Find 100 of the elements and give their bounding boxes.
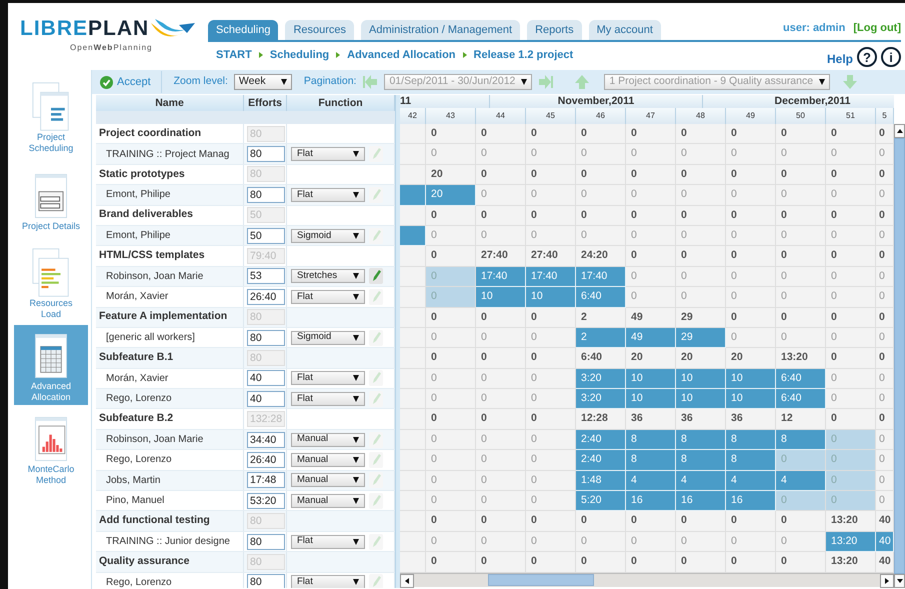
effort-field[interactable]: 80 [247,534,285,550]
timeline-cell[interactable]: 0 [476,430,526,450]
timeline-cell[interactable]: 0 [676,246,726,267]
timeline-cell[interactable]: 27:40 [476,246,526,267]
timeline-cell[interactable]: 0 [576,532,626,552]
timeline-cell[interactable]: 12:28 [576,409,626,430]
help-button[interactable]: ? [857,47,877,67]
effort-field[interactable]: 34:40 [247,432,285,448]
timeline-cell[interactable]: 13:20 [776,348,826,369]
timeline-cell[interactable]: 8 [676,430,726,450]
timeline-cell[interactable]: 6:40 [776,368,826,390]
timeline-cell[interactable]: 17:40 [476,266,526,288]
timeline-cell[interactable]: 0 [426,246,476,267]
timeline-cell[interactable]: 40 [876,511,894,532]
timeline-cell[interactable]: 0 [676,124,726,144]
effort-field[interactable]: 26:40 [247,452,285,468]
effort-field[interactable]: 40 [247,370,285,386]
splitter-handle[interactable] [395,95,400,588]
vertical-scrollbar[interactable] [894,124,905,588]
function-dropdown[interactable]: Sigmoid [291,330,365,345]
timeline-cell[interactable]: 0 [526,368,576,390]
pencil-icon[interactable] [369,370,383,386]
timeline-cell[interactable]: 0 [876,206,894,226]
timeline-cell[interactable]: 8 [676,450,726,471]
timeline-cell[interactable]: 0 [876,368,894,390]
sidebar-item[interactable]: Advanced Allocation [14,325,88,405]
timeline-cell[interactable]: 0 [826,287,876,308]
timeline-cell[interactable]: 4 [626,470,676,492]
timeline-cell[interactable]: 0 [876,266,894,288]
timeline-cell[interactable]: 24:20 [576,246,626,267]
pencil-icon[interactable] [369,492,383,509]
timeline-cell[interactable]: 0 [726,308,776,328]
timeline-cell[interactable]: 0 [626,532,676,552]
timeline-cell[interactable] [400,287,426,308]
timeline-cell[interactable] [400,144,426,165]
timeline-cell[interactable]: 10 [476,287,526,308]
help-link[interactable]: Help [826,50,853,68]
timeline-cell[interactable]: 0 [526,532,576,552]
timeline-cell[interactable] [400,246,426,267]
zoom-dropdown[interactable]: Week [234,74,292,90]
timeline-cell[interactable] [400,124,426,144]
timeline-cell[interactable] [400,266,426,288]
function-dropdown[interactable]: Manual [291,452,365,467]
logout-link[interactable]: [Log out] [853,20,901,36]
timeline-cell[interactable]: 0 [826,164,876,186]
timeline-cell[interactable]: 0 [476,226,526,246]
effort-field[interactable]: 26:40 [247,288,285,305]
timeline-cell[interactable]: 36 [726,409,776,430]
timeline-cell[interactable]: 0 [526,470,576,492]
timeline-cell[interactable]: 6:40 [576,348,626,369]
timeline-cell[interactable]: 29 [676,308,726,328]
timeline-cell[interactable]: 0 [576,185,626,206]
timeline-cell[interactable]: 0 [476,328,526,348]
timeline-cell[interactable]: 0 [426,552,476,573]
timeline-cell[interactable]: 0 [776,164,826,186]
timeline-cell[interactable]: 20 [726,348,776,369]
timeline-cell[interactable]: 0 [476,368,526,390]
timeline-cell[interactable]: 0 [476,511,526,532]
timeline-cell[interactable] [400,368,426,390]
timeline-cell[interactable]: 0 [676,226,726,246]
timeline-cell[interactable]: 12 [776,409,826,430]
timeline-cell[interactable]: 0 [676,511,726,532]
timeline-cell[interactable]: 0 [726,144,776,165]
timeline-cell[interactable]: 0 [526,164,576,186]
timeline-cell[interactable]: 0 [876,389,894,410]
timeline-cell[interactable]: 4 [726,470,776,492]
timeline-cell[interactable]: 0 [426,206,476,226]
timeline-cell[interactable]: 0 [776,532,826,552]
function-dropdown[interactable]: Flat [291,147,365,162]
timeline-cell[interactable]: 0 [476,206,526,226]
timeline-cell[interactable]: 0 [726,287,776,308]
timeline-cell[interactable]: 10 [676,368,726,390]
timeline-cell[interactable]: 40 [876,532,894,552]
timeline-cell[interactable]: 0 [726,532,776,552]
timeline-cell[interactable]: 0 [476,144,526,165]
horizontal-scrollbar[interactable] [400,573,894,587]
timeline-cell[interactable]: 0 [526,348,576,369]
timeline-cell[interactable]: 0 [826,226,876,246]
timeline-cell[interactable]: 0 [876,144,894,165]
timeline-cell[interactable]: 0 [526,552,576,573]
timeline-cell[interactable]: 0 [726,185,776,206]
nav-tab[interactable]: Resources [285,20,354,40]
timeline-cell[interactable]: 0 [826,409,876,430]
timeline-cell[interactable]: 0 [726,164,776,186]
timeline-cell[interactable]: 0 [626,124,676,144]
timeline-cell[interactable]: 0 [776,328,826,348]
effort-field[interactable]: 80 [247,146,285,162]
nav-tab[interactable]: Scheduling [208,20,278,40]
timeline-cell[interactable]: 0 [626,185,676,206]
function-dropdown[interactable]: Flat [291,371,365,386]
timeline-cell[interactable] [400,450,426,471]
timeline-cell[interactable]: 16 [726,491,776,512]
timeline-cell[interactable]: 0 [776,226,826,246]
timeline-cell[interactable] [400,491,426,512]
timeline-cell[interactable]: 0 [476,552,526,573]
timeline-cell[interactable]: 0 [426,430,476,450]
timeline-cell[interactable]: 0 [626,511,676,532]
timeline-cell[interactable]: 0 [676,144,726,165]
timeline-cell[interactable]: 0 [426,409,476,430]
breadcrumb-link[interactable]: Advanced Allocation [347,46,456,64]
